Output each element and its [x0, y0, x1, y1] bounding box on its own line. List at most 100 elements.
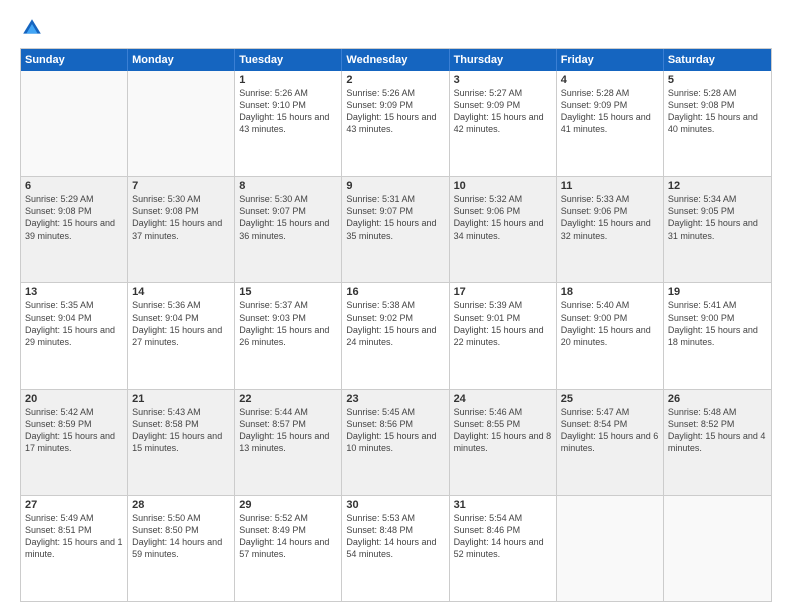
cal-cell: 12Sunrise: 5:34 AMSunset: 9:05 PMDayligh… — [664, 177, 771, 282]
cell-details: Sunrise: 5:42 AMSunset: 8:59 PMDaylight:… — [25, 406, 123, 455]
cal-cell: 9Sunrise: 5:31 AMSunset: 9:07 PMDaylight… — [342, 177, 449, 282]
day-number: 9 — [346, 180, 444, 192]
cell-details: Sunrise: 5:34 AMSunset: 9:05 PMDaylight:… — [668, 193, 767, 242]
day-number: 23 — [346, 393, 444, 405]
day-number: 6 — [25, 180, 123, 192]
cal-cell: 27Sunrise: 5:49 AMSunset: 8:51 PMDayligh… — [21, 496, 128, 601]
day-number: 24 — [454, 393, 552, 405]
day-number: 14 — [132, 286, 230, 298]
cal-cell — [664, 496, 771, 601]
day-number: 30 — [346, 499, 444, 511]
calendar-body: 1Sunrise: 5:26 AMSunset: 9:10 PMDaylight… — [21, 71, 771, 601]
day-number: 11 — [561, 180, 659, 192]
cell-details: Sunrise: 5:31 AMSunset: 9:07 PMDaylight:… — [346, 193, 444, 242]
day-number: 15 — [239, 286, 337, 298]
cal-cell: 24Sunrise: 5:46 AMSunset: 8:55 PMDayligh… — [450, 390, 557, 495]
cal-cell: 23Sunrise: 5:45 AMSunset: 8:56 PMDayligh… — [342, 390, 449, 495]
day-number: 1 — [239, 74, 337, 86]
cell-details: Sunrise: 5:45 AMSunset: 8:56 PMDaylight:… — [346, 406, 444, 455]
day-number: 5 — [668, 74, 767, 86]
header-cell-tuesday: Tuesday — [235, 49, 342, 71]
cell-details: Sunrise: 5:44 AMSunset: 8:57 PMDaylight:… — [239, 406, 337, 455]
cal-cell: 19Sunrise: 5:41 AMSunset: 9:00 PMDayligh… — [664, 283, 771, 388]
header-cell-sunday: Sunday — [21, 49, 128, 71]
day-number: 25 — [561, 393, 659, 405]
cal-cell: 4Sunrise: 5:28 AMSunset: 9:09 PMDaylight… — [557, 71, 664, 176]
week-row-2: 6Sunrise: 5:29 AMSunset: 9:08 PMDaylight… — [21, 177, 771, 283]
cell-details: Sunrise: 5:32 AMSunset: 9:06 PMDaylight:… — [454, 193, 552, 242]
day-number: 27 — [25, 499, 123, 511]
week-row-3: 13Sunrise: 5:35 AMSunset: 9:04 PMDayligh… — [21, 283, 771, 389]
cal-cell: 14Sunrise: 5:36 AMSunset: 9:04 PMDayligh… — [128, 283, 235, 388]
day-number: 28 — [132, 499, 230, 511]
cal-cell: 29Sunrise: 5:52 AMSunset: 8:49 PMDayligh… — [235, 496, 342, 601]
cell-details: Sunrise: 5:26 AMSunset: 9:10 PMDaylight:… — [239, 87, 337, 136]
cal-cell: 3Sunrise: 5:27 AMSunset: 9:09 PMDaylight… — [450, 71, 557, 176]
cell-details: Sunrise: 5:28 AMSunset: 9:09 PMDaylight:… — [561, 87, 659, 136]
day-number: 26 — [668, 393, 767, 405]
day-number: 13 — [25, 286, 123, 298]
day-number: 12 — [668, 180, 767, 192]
cell-details: Sunrise: 5:30 AMSunset: 9:07 PMDaylight:… — [239, 193, 337, 242]
cal-cell: 6Sunrise: 5:29 AMSunset: 9:08 PMDaylight… — [21, 177, 128, 282]
cal-cell: 1Sunrise: 5:26 AMSunset: 9:10 PMDaylight… — [235, 71, 342, 176]
cal-cell: 5Sunrise: 5:28 AMSunset: 9:08 PMDaylight… — [664, 71, 771, 176]
cal-cell: 31Sunrise: 5:54 AMSunset: 8:46 PMDayligh… — [450, 496, 557, 601]
cal-cell — [21, 71, 128, 176]
day-number: 31 — [454, 499, 552, 511]
week-row-1: 1Sunrise: 5:26 AMSunset: 9:10 PMDaylight… — [21, 71, 771, 177]
day-number: 8 — [239, 180, 337, 192]
cell-details: Sunrise: 5:26 AMSunset: 9:09 PMDaylight:… — [346, 87, 444, 136]
cal-cell: 20Sunrise: 5:42 AMSunset: 8:59 PMDayligh… — [21, 390, 128, 495]
cell-details: Sunrise: 5:27 AMSunset: 9:09 PMDaylight:… — [454, 87, 552, 136]
cal-cell: 17Sunrise: 5:39 AMSunset: 9:01 PMDayligh… — [450, 283, 557, 388]
cal-cell: 25Sunrise: 5:47 AMSunset: 8:54 PMDayligh… — [557, 390, 664, 495]
day-number: 17 — [454, 286, 552, 298]
cal-cell: 30Sunrise: 5:53 AMSunset: 8:48 PMDayligh… — [342, 496, 449, 601]
cell-details: Sunrise: 5:41 AMSunset: 9:00 PMDaylight:… — [668, 299, 767, 348]
cell-details: Sunrise: 5:28 AMSunset: 9:08 PMDaylight:… — [668, 87, 767, 136]
logo-icon — [20, 16, 44, 40]
cal-cell: 7Sunrise: 5:30 AMSunset: 9:08 PMDaylight… — [128, 177, 235, 282]
cell-details: Sunrise: 5:38 AMSunset: 9:02 PMDaylight:… — [346, 299, 444, 348]
cell-details: Sunrise: 5:33 AMSunset: 9:06 PMDaylight:… — [561, 193, 659, 242]
day-number: 21 — [132, 393, 230, 405]
calendar-header: SundayMondayTuesdayWednesdayThursdayFrid… — [21, 49, 771, 71]
cell-details: Sunrise: 5:30 AMSunset: 9:08 PMDaylight:… — [132, 193, 230, 242]
cal-cell: 15Sunrise: 5:37 AMSunset: 9:03 PMDayligh… — [235, 283, 342, 388]
cal-cell — [128, 71, 235, 176]
day-number: 3 — [454, 74, 552, 86]
cell-details: Sunrise: 5:46 AMSunset: 8:55 PMDaylight:… — [454, 406, 552, 455]
cell-details: Sunrise: 5:47 AMSunset: 8:54 PMDaylight:… — [561, 406, 659, 455]
header-cell-thursday: Thursday — [450, 49, 557, 71]
day-number: 18 — [561, 286, 659, 298]
day-number: 7 — [132, 180, 230, 192]
cal-cell: 2Sunrise: 5:26 AMSunset: 9:09 PMDaylight… — [342, 71, 449, 176]
cell-details: Sunrise: 5:48 AMSunset: 8:52 PMDaylight:… — [668, 406, 767, 455]
cell-details: Sunrise: 5:49 AMSunset: 8:51 PMDaylight:… — [25, 512, 123, 561]
cell-details: Sunrise: 5:37 AMSunset: 9:03 PMDaylight:… — [239, 299, 337, 348]
day-number: 19 — [668, 286, 767, 298]
cal-cell: 13Sunrise: 5:35 AMSunset: 9:04 PMDayligh… — [21, 283, 128, 388]
cal-cell: 10Sunrise: 5:32 AMSunset: 9:06 PMDayligh… — [450, 177, 557, 282]
week-row-5: 27Sunrise: 5:49 AMSunset: 8:51 PMDayligh… — [21, 496, 771, 601]
cell-details: Sunrise: 5:52 AMSunset: 8:49 PMDaylight:… — [239, 512, 337, 561]
day-number: 10 — [454, 180, 552, 192]
cal-cell: 28Sunrise: 5:50 AMSunset: 8:50 PMDayligh… — [128, 496, 235, 601]
cell-details: Sunrise: 5:36 AMSunset: 9:04 PMDaylight:… — [132, 299, 230, 348]
cal-cell: 22Sunrise: 5:44 AMSunset: 8:57 PMDayligh… — [235, 390, 342, 495]
day-number: 2 — [346, 74, 444, 86]
cell-details: Sunrise: 5:43 AMSunset: 8:58 PMDaylight:… — [132, 406, 230, 455]
header-cell-wednesday: Wednesday — [342, 49, 449, 71]
day-number: 4 — [561, 74, 659, 86]
week-row-4: 20Sunrise: 5:42 AMSunset: 8:59 PMDayligh… — [21, 390, 771, 496]
day-number: 22 — [239, 393, 337, 405]
day-number: 16 — [346, 286, 444, 298]
cell-details: Sunrise: 5:53 AMSunset: 8:48 PMDaylight:… — [346, 512, 444, 561]
cal-cell: 8Sunrise: 5:30 AMSunset: 9:07 PMDaylight… — [235, 177, 342, 282]
header-cell-friday: Friday — [557, 49, 664, 71]
cal-cell: 16Sunrise: 5:38 AMSunset: 9:02 PMDayligh… — [342, 283, 449, 388]
cell-details: Sunrise: 5:54 AMSunset: 8:46 PMDaylight:… — [454, 512, 552, 561]
cell-details: Sunrise: 5:39 AMSunset: 9:01 PMDaylight:… — [454, 299, 552, 348]
page: SundayMondayTuesdayWednesdayThursdayFrid… — [0, 0, 792, 612]
